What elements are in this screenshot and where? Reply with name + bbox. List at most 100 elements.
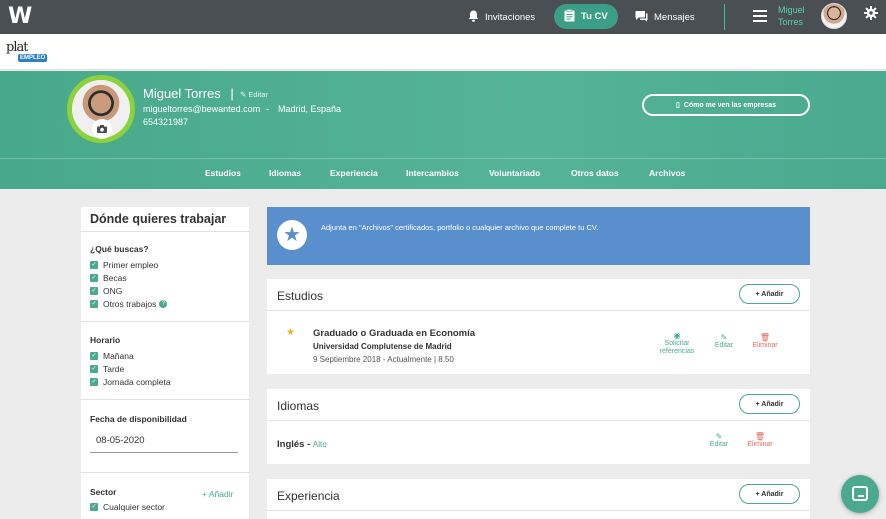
user-avatar[interactable]: [821, 3, 847, 29]
what-label: ¿Qué buscas?: [90, 244, 149, 254]
checkbox-manana[interactable]: ✓ Mañana: [90, 351, 134, 361]
profile-name: Miguel Torres |: [143, 86, 234, 101]
view-as-company-button[interactable]: ▯ Cómo me ven las empresas: [642, 94, 810, 116]
nav-mensajes[interactable]: Mensajes: [635, 0, 695, 34]
card-divider: [267, 310, 810, 311]
nav-divider: [724, 4, 725, 30]
checkbox-label: Jornada completa: [103, 377, 171, 387]
gear-icon[interactable]: [864, 6, 878, 25]
pencil-icon: ✎: [715, 432, 723, 441]
checkbox-otros-trabajos[interactable]: ✓ Otros trabajos?: [90, 299, 168, 309]
tab-voluntariado[interactable]: Voluntariado: [489, 168, 540, 178]
app-logo[interactable]: W: [8, 5, 32, 29]
trash-icon: 🗑: [754, 432, 766, 441]
degree-title: Graduado o Graduada en Economía: [313, 328, 476, 339]
checkbox-tarde[interactable]: ✓ Tarde: [90, 364, 124, 374]
checkbox-becas[interactable]: ✓ Becas: [90, 273, 127, 283]
checkbox-ong[interactable]: ✓ ONG: [90, 286, 122, 296]
card-divider: [267, 420, 810, 421]
checkbox-primer-empleo[interactable]: ✓ Primer empleo: [90, 260, 158, 270]
experiencia-card: Experiencia + Añadir: [267, 479, 810, 519]
help-icon[interactable]: ?: [159, 300, 168, 308]
info-banner: ★ Adjunta en "Archivos" certificados, po…: [267, 207, 810, 265]
info-separator: -: [266, 104, 269, 114]
language-name: Inglés: [277, 439, 305, 450]
check-icon: ✓: [90, 300, 98, 308]
menu-icon[interactable]: [753, 10, 767, 25]
profile-email: migueltorres@bewanted.com: [143, 104, 261, 114]
language-level: Alto: [312, 440, 327, 449]
checkbox-label: Tarde: [103, 364, 125, 374]
view-as-company-label: Cómo me ven las empresas: [683, 101, 777, 109]
check-icon: ✓: [90, 503, 98, 511]
checkbox-label: Primer empleo: [103, 260, 159, 270]
language-entry: Inglés - Alto: [277, 439, 327, 450]
section-tabs: Estudios Idiomas Experiencia Intercambio…: [0, 168, 886, 182]
tab-archivos[interactable]: Archivos: [649, 168, 685, 178]
schedule-label: Horario: [90, 335, 121, 345]
add-idiomas-button[interactable]: + Añadir: [739, 394, 800, 414]
nav-invitaciones[interactable]: Invitaciones: [468, 0, 535, 34]
sector-label: Sector: [90, 487, 117, 497]
top-navigation-bar: W Invitaciones Tu CV Mensajes Miguel Tor…: [0, 0, 886, 34]
sidebar-divider: [81, 231, 249, 232]
checkbox-jornada-completa[interactable]: ✓ Jornada completa: [90, 377, 171, 387]
mobile-icon: ▯: [675, 102, 680, 109]
checkbox-label: Mañana: [103, 351, 134, 361]
availability-date-field[interactable]: 08-05-2020: [90, 433, 238, 453]
nav-invitaciones-label: Invitaciones: [485, 11, 536, 23]
estudios-title: Estudios: [277, 289, 324, 303]
star-favorite-icon[interactable]: ★: [286, 327, 295, 338]
checkbox-label: Cualquier sector: [103, 502, 165, 512]
add-sector-link[interactable]: + Añadir: [202, 489, 233, 499]
edit-profile-label: Editar: [248, 90, 268, 99]
profile-phone: 654321987: [143, 117, 189, 127]
school-name: Universidad Complutense de Madrid: [313, 342, 452, 351]
tab-experiencia[interactable]: Experiencia: [330, 168, 378, 178]
request-references-button[interactable]: ◉ Solicitar referencias: [655, 332, 699, 356]
check-icon: ✓: [90, 365, 98, 373]
checkbox-cualquier-sector[interactable]: ✓ Cualquier sector: [90, 502, 165, 512]
user-name[interactable]: Miguel Torres: [778, 4, 812, 28]
checkbox-label: Otros trabajos: [103, 299, 157, 309]
edit-profile-link[interactable]: ✎ Editar: [240, 90, 268, 99]
edit-estudio-button[interactable]: ✎ Editar: [710, 334, 738, 350]
edit-idioma-button[interactable]: ✎ Editar: [705, 433, 733, 449]
checkbox-label: ONG: [103, 286, 123, 296]
study-dates: 9 Septiembre 2018 - Actualmente | 8.50: [313, 355, 454, 364]
delete-label: Eliminar: [752, 342, 778, 349]
sidebar-divider: [81, 472, 249, 473]
tab-estudios[interactable]: Estudios: [205, 168, 241, 178]
brand-text: plat: [6, 40, 28, 55]
trash-icon: 🗑: [759, 333, 771, 342]
tab-otros-datos[interactable]: Otros datos: [571, 168, 619, 178]
check-icon: ✓: [90, 378, 98, 386]
clipboard-icon: [564, 8, 575, 25]
add-experiencia-button[interactable]: + Añadir: [739, 484, 800, 504]
tab-idiomas[interactable]: Idiomas: [269, 168, 301, 178]
name-separator: |: [230, 86, 234, 101]
bell-icon: [468, 10, 479, 25]
sidebar-divider: [81, 399, 249, 400]
nav-tu-cv[interactable]: Tu CV: [554, 4, 618, 29]
hero-divider: [0, 158, 886, 159]
edit-label: Editar: [714, 342, 734, 349]
support-chat-button[interactable]: [841, 475, 879, 513]
add-estudios-button[interactable]: + Añadir: [739, 284, 800, 304]
checkbox-label: Becas: [103, 273, 127, 283]
pencil-icon: ✎: [720, 333, 728, 342]
nav-tu-cv-label: Tu CV: [581, 11, 608, 22]
idiomas-card: Idiomas + Añadir Inglés - Alto ✎ Editar …: [267, 389, 810, 464]
star-icon: ★: [277, 220, 307, 250]
tab-intercambios[interactable]: Intercambios: [406, 168, 459, 178]
info-banner-text: Adjunta en "Archivos" certificados, port…: [321, 223, 599, 232]
camera-icon[interactable]: [92, 119, 112, 139]
platempleo-logo[interactable]: plat EMPLEO: [6, 38, 48, 68]
chat-icon: [635, 10, 648, 25]
check-icon: ✓: [90, 261, 98, 269]
delete-idioma-button[interactable]: 🗑 Eliminar: [743, 433, 777, 449]
delete-estudio-button[interactable]: 🗑 Eliminar: [748, 334, 782, 350]
eye-icon: ◉: [673, 331, 681, 340]
estudios-card: Estudios + Añadir ★ Graduado o Graduada …: [267, 279, 810, 374]
edit-label: Editar: [709, 441, 729, 448]
